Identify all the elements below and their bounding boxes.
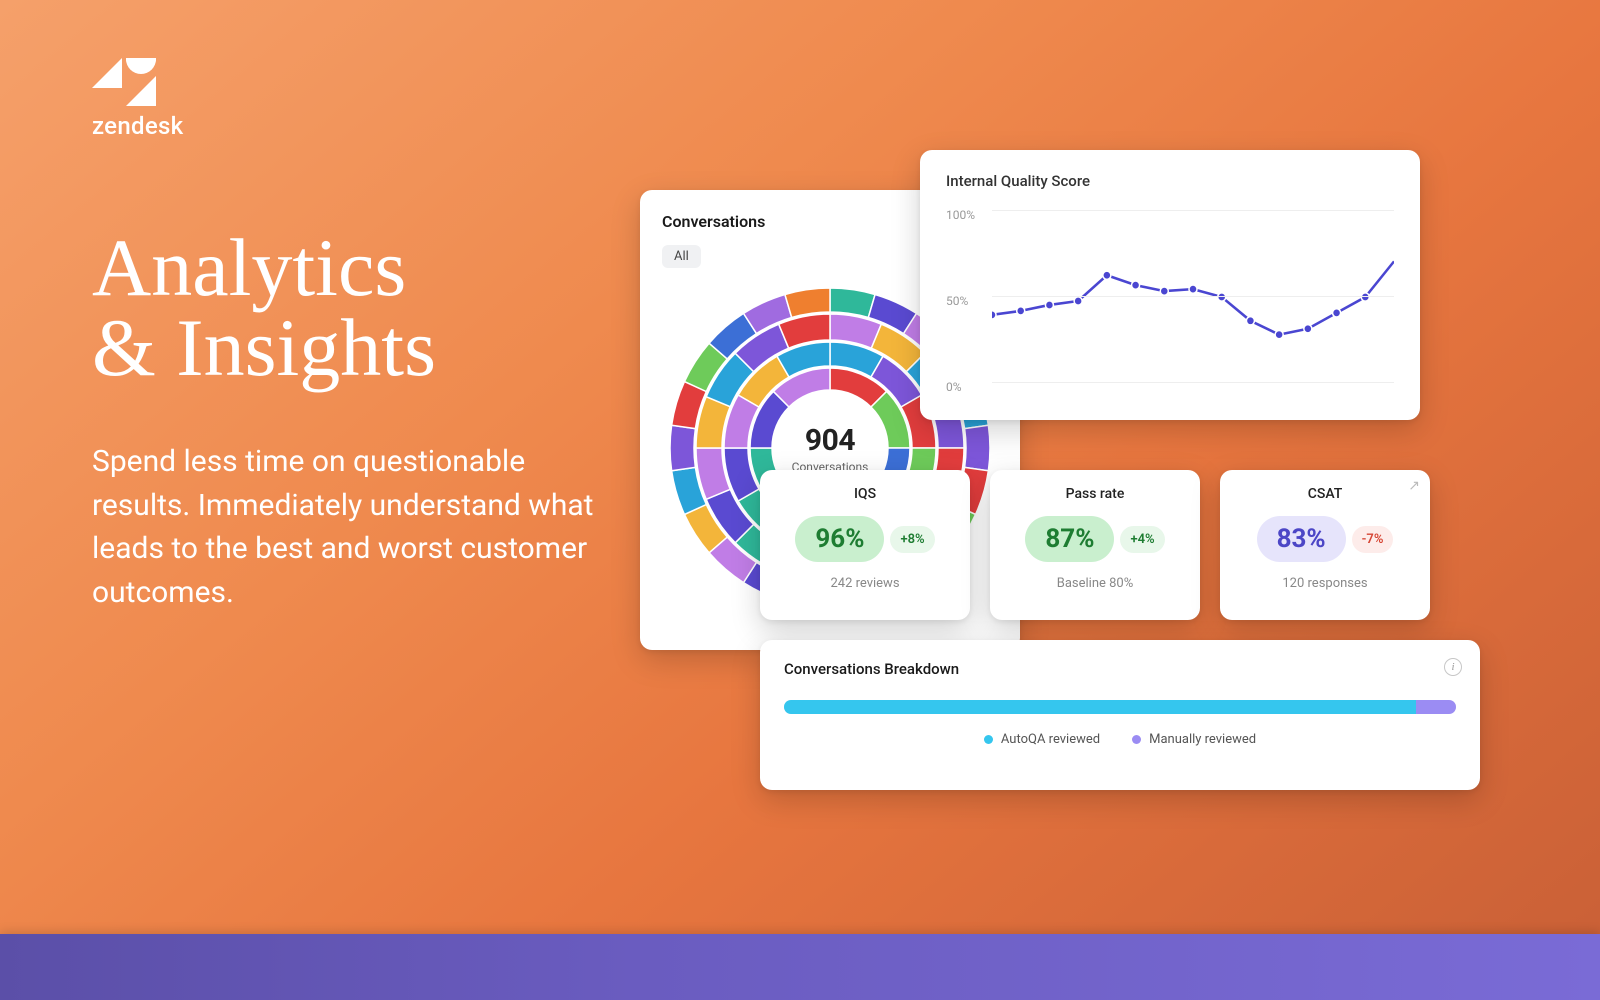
hero-title-line2: & Insights	[92, 308, 436, 388]
sunburst-center: 904 Conversations	[792, 423, 869, 474]
brand-name: zendesk	[92, 112, 183, 140]
kpi-pass-title: Pass rate	[1004, 486, 1186, 502]
breakdown-title: Conversations Breakdown	[784, 660, 1456, 678]
kpi-csat-value: 83%	[1257, 516, 1346, 562]
hero-title: Analytics & Insights	[92, 228, 436, 389]
kpi-csat-title: CSAT	[1234, 486, 1416, 502]
kpi-csat: ↗ CSAT 83% -7% 120 responses	[1220, 470, 1430, 620]
kpi-pass-delta: +4%	[1120, 526, 1164, 553]
iqs-chart-area	[992, 202, 1394, 400]
breakdown-legend: AutoQA reviewed Manually reviewed	[784, 732, 1456, 747]
hero-title-line1: Analytics	[92, 228, 436, 308]
kpi-pass-sub: Baseline 80%	[1004, 576, 1186, 591]
brand-logo: zendesk	[92, 58, 183, 140]
hero-subhead: Spend less time on questionable results.…	[92, 440, 612, 614]
kpi-pass-value: 87%	[1025, 516, 1114, 562]
breakdown-card: Conversations Breakdown i AutoQA reviewe…	[760, 640, 1480, 790]
legend-manual-label: Manually reviewed	[1149, 732, 1256, 747]
kpi-iqs-delta: +8%	[890, 526, 934, 553]
footer-band	[0, 934, 1600, 1000]
kpi-pass: Pass rate 87% +4% Baseline 80%	[990, 470, 1200, 620]
filter-chip-all[interactable]: All	[662, 245, 701, 268]
kpi-iqs-sub: 242 reviews	[774, 576, 956, 591]
kpi-iqs-title: IQS	[774, 486, 956, 502]
expand-icon[interactable]: ↗	[1408, 478, 1420, 494]
legend-auto: AutoQA reviewed	[984, 732, 1100, 747]
iqs-tick-100: 100%	[946, 208, 975, 222]
marketing-slide: zendesk Analytics & Insights Spend less …	[0, 0, 1600, 1000]
kpi-csat-sub: 120 responses	[1234, 576, 1416, 591]
sunburst-center-value: 904	[792, 423, 869, 458]
kpi-csat-delta: -7%	[1352, 526, 1394, 553]
iqs-tick-0: 0%	[946, 380, 962, 394]
breakdown-bar	[784, 700, 1456, 714]
breakdown-seg-auto	[784, 700, 1416, 714]
dashboard-cluster: Conversations All 904 Conversations Inte…	[640, 150, 1520, 870]
kpi-iqs-value: 96%	[795, 516, 884, 562]
zendesk-icon	[92, 58, 156, 106]
iqs-line-svg	[992, 202, 1394, 400]
breakdown-seg-manual	[1416, 700, 1456, 714]
info-icon[interactable]: i	[1444, 658, 1462, 676]
iqs-title: Internal Quality Score	[946, 172, 1394, 190]
kpi-iqs: IQS 96% +8% 242 reviews	[760, 470, 970, 620]
iqs-tick-50: 50%	[946, 294, 968, 308]
iqs-card: Internal Quality Score 100% 50% 0%	[920, 150, 1420, 420]
legend-auto-label: AutoQA reviewed	[1001, 732, 1100, 747]
legend-manual: Manually reviewed	[1132, 732, 1256, 747]
